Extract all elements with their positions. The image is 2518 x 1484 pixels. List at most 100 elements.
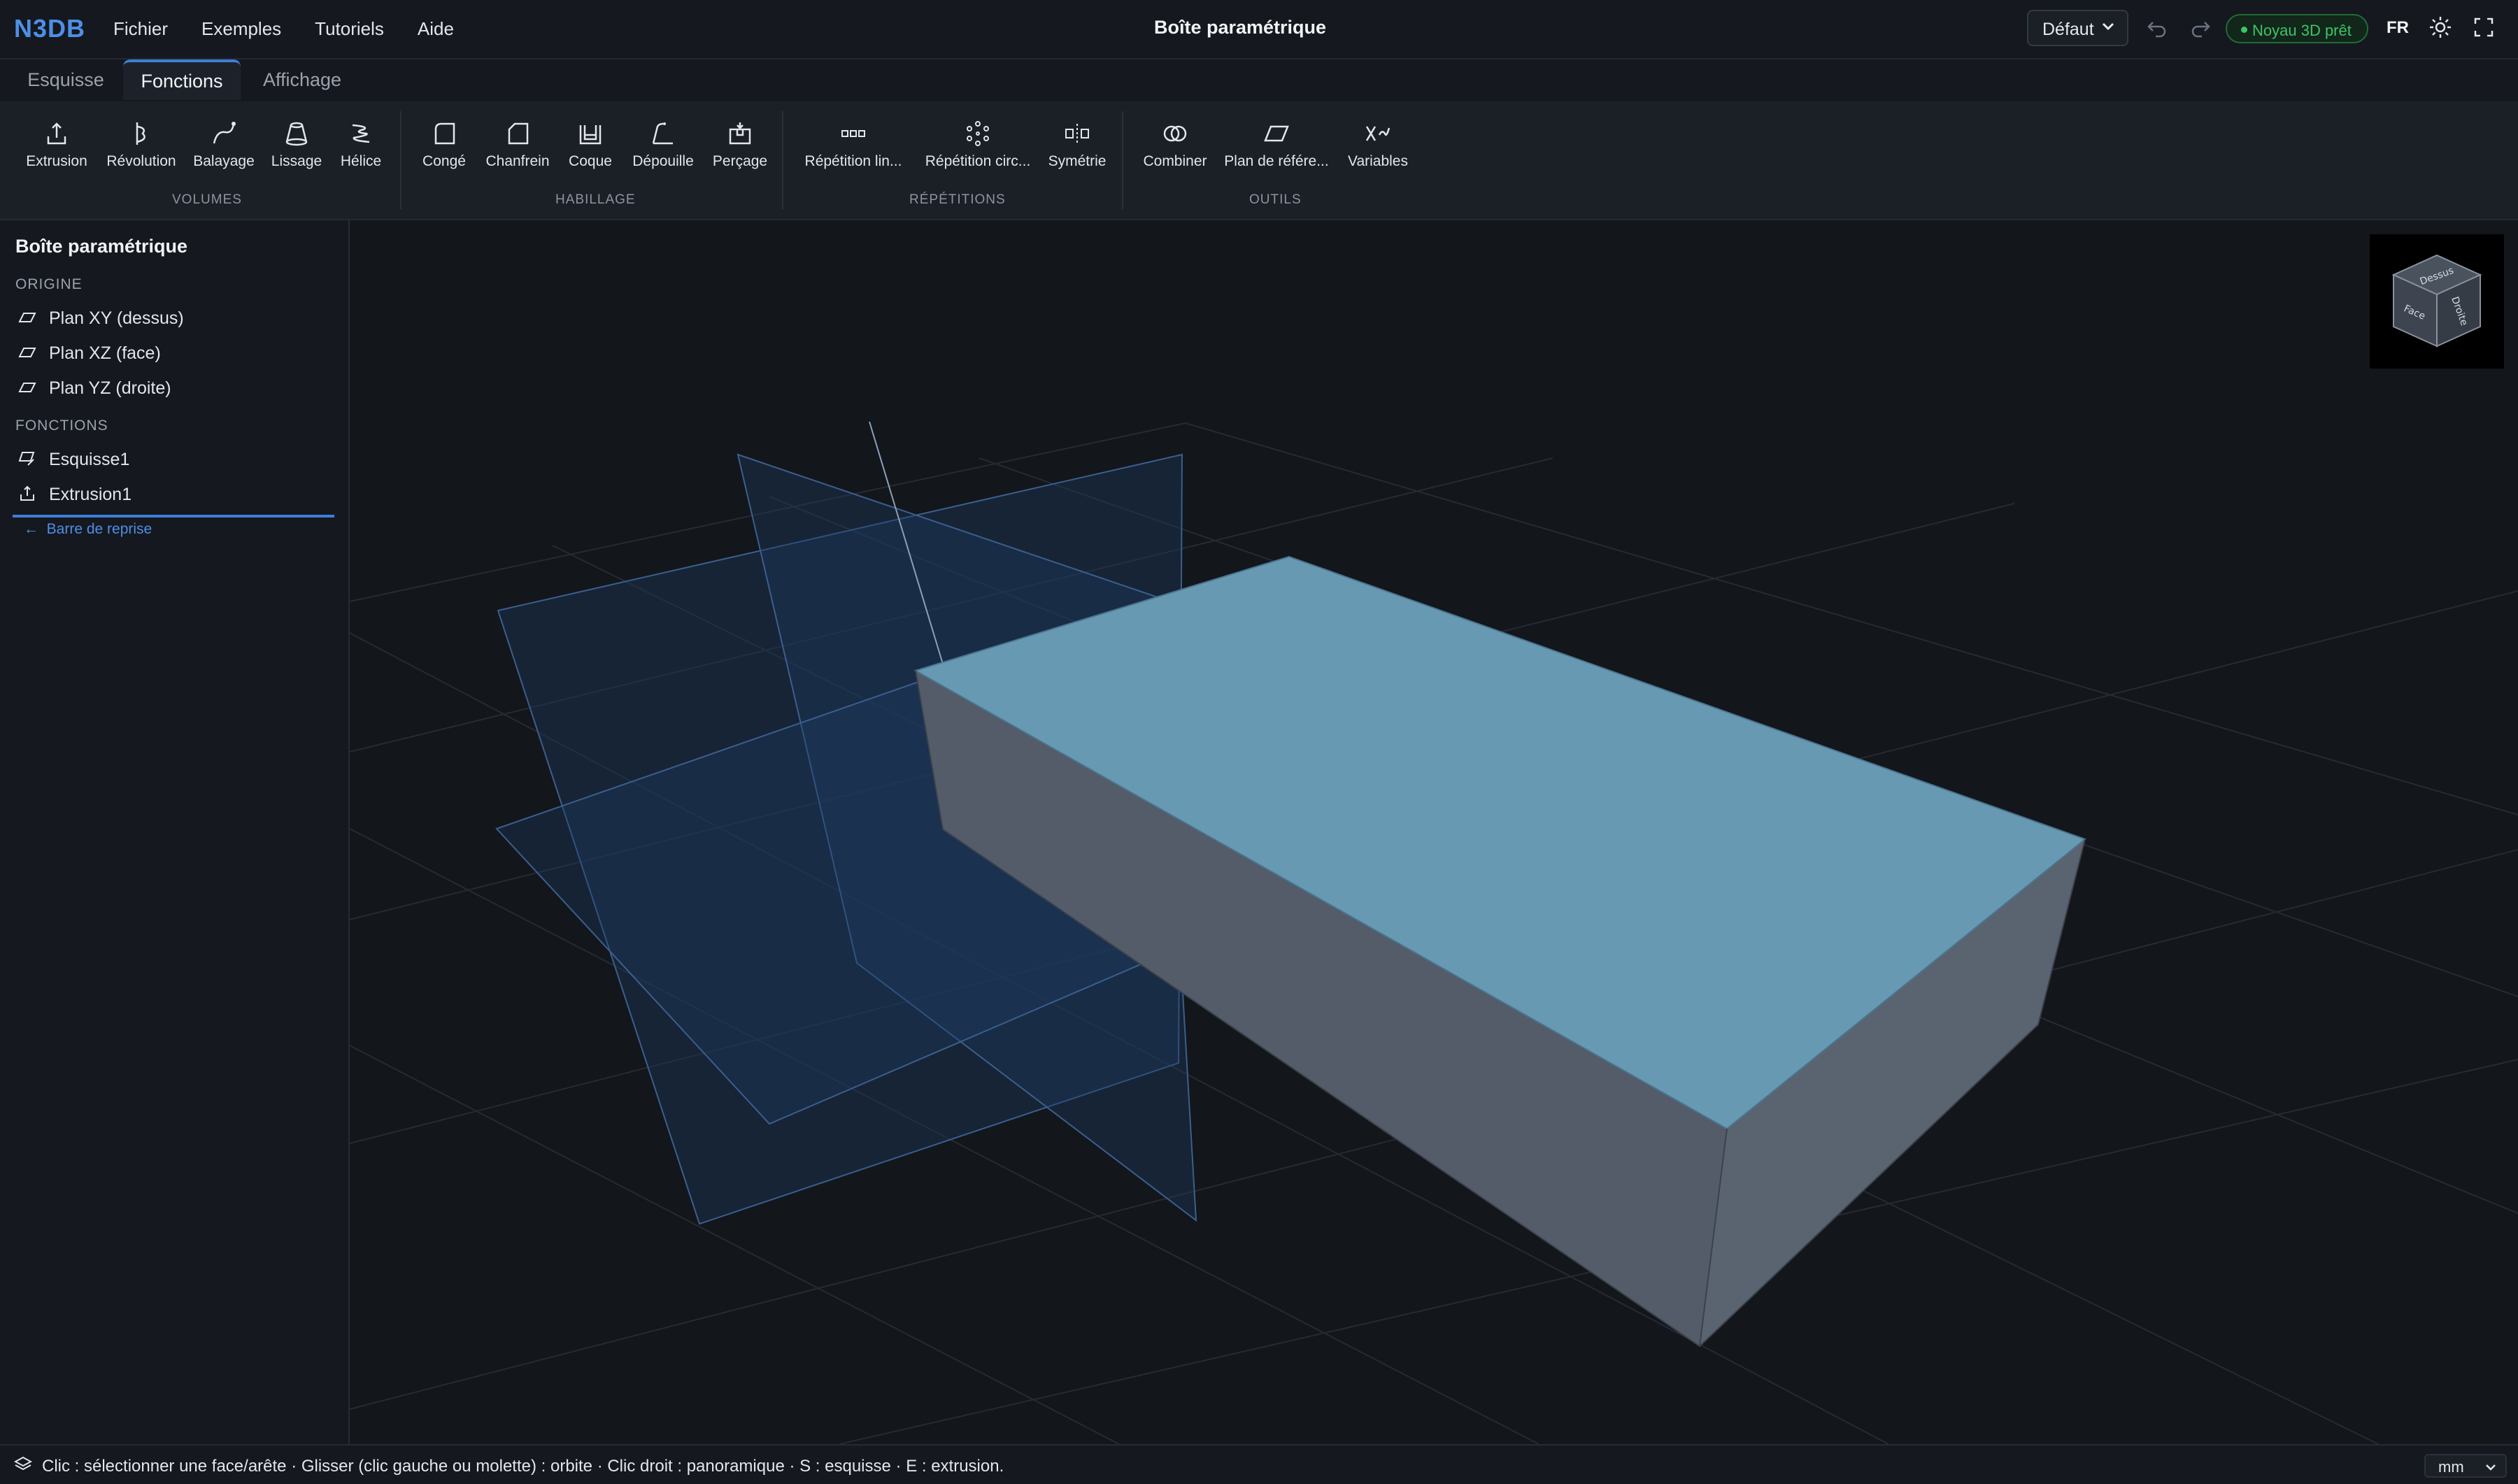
- plan-reference-button[interactable]: Plan de référe...: [1220, 120, 1333, 170]
- conge-button[interactable]: Congé: [411, 120, 477, 170]
- mirror-icon: [1065, 124, 1089, 143]
- symetrie-button[interactable]: Symétrie: [1044, 120, 1111, 170]
- chevron-down-icon: [2484, 1460, 2497, 1478]
- plane-icon: [1264, 125, 1289, 142]
- tree-item-plan-xy[interactable]: Plan XY (dessus): [15, 303, 334, 334]
- tree-item-label: Plan YZ (droite): [49, 378, 171, 398]
- sketch-icon: [18, 452, 35, 466]
- sweep-icon: [213, 122, 236, 144]
- tab-esquisse[interactable]: Esquisse: [10, 59, 122, 100]
- percage-label: Perçage: [712, 153, 768, 169]
- layers-icon: [13, 1455, 33, 1477]
- kernel-status-text: Noyau 3D prêt: [2252, 22, 2352, 39]
- depouille-button[interactable]: Dépouille: [627, 120, 699, 170]
- repetition-circulaire-label: Répétition circ...: [925, 153, 1031, 169]
- combiner-label: Combiner: [1143, 153, 1207, 169]
- group-outils-label: OUTILS: [1249, 192, 1302, 207]
- undo-icon[interactable]: [2146, 17, 2168, 45]
- ribbon-separator: [782, 111, 783, 209]
- app-logo: N3DB: [14, 14, 86, 43]
- rollback-text: Barre de reprise: [46, 521, 152, 537]
- menu-examples[interactable]: Exemples: [201, 18, 281, 40]
- preset-value: Défaut: [2042, 20, 2094, 39]
- extrusion-button[interactable]: Extrusion: [18, 120, 95, 170]
- chanfrein-button[interactable]: Chanfrein: [480, 120, 555, 170]
- unit-value: mm: [2438, 1458, 2464, 1476]
- balayage-button[interactable]: Balayage: [189, 120, 259, 170]
- scene-canvas[interactable]: [350, 220, 2518, 1444]
- rollback-label[interactable]: ← Barre de reprise: [24, 521, 152, 538]
- chamfer-icon: [508, 122, 529, 145]
- tree-item-plan-yz[interactable]: Plan YZ (droite): [15, 373, 334, 404]
- feature-tree-panel: Boîte paramétrique ORIGINE Plan XY (dess…: [0, 220, 350, 1444]
- variables-button[interactable]: Variables: [1342, 120, 1414, 170]
- repetition-lineaire-button[interactable]: Répétition lin...: [797, 120, 909, 170]
- plane-icon: [18, 348, 36, 357]
- repetition-circulaire-button[interactable]: Répétition circ...: [922, 120, 1034, 170]
- loft-icon: [285, 122, 308, 146]
- arrow-left-icon: ←: [24, 521, 47, 537]
- menu-file[interactable]: Fichier: [113, 18, 168, 40]
- balayage-label: Balayage: [193, 153, 255, 169]
- tree-item-extrusion1[interactable]: Extrusion1: [15, 479, 334, 510]
- tab-affichage[interactable]: Affichage: [245, 59, 360, 100]
- ribbon-separator: [400, 111, 401, 209]
- plane-icon: [18, 313, 36, 322]
- top-bar: N3DB Fichier Exemples Tutoriels Aide Boî…: [0, 0, 2518, 59]
- tree-item-label: Extrusion1: [49, 485, 132, 504]
- status-bar: Clic : sélectionner une face/arête · Gli…: [0, 1444, 2518, 1484]
- tree-item-label: Plan XZ (face): [49, 343, 161, 363]
- linear-pattern-icon: [841, 130, 865, 137]
- menu-tutorials[interactable]: Tutoriels: [315, 18, 384, 40]
- fullscreen-icon[interactable]: [2473, 17, 2494, 43]
- revolution-button[interactable]: Révolution: [101, 120, 182, 170]
- repetition-lineaire-label: Répétition lin...: [804, 153, 902, 169]
- tree-item-label: Esquisse1: [49, 450, 130, 469]
- status-hint: Clic : sélectionner une face/arête · Gli…: [42, 1457, 1004, 1476]
- variables-label: Variables: [1348, 153, 1408, 169]
- draft-icon: [652, 122, 673, 145]
- extrusion-icon: [47, 122, 66, 145]
- tree-title: Boîte paramétrique: [15, 236, 188, 257]
- unit-select[interactable]: mm: [2424, 1454, 2507, 1478]
- redo-icon[interactable]: [2189, 17, 2212, 45]
- coque-button[interactable]: Coque: [560, 120, 621, 170]
- menu-help[interactable]: Aide: [418, 18, 454, 40]
- sun-icon[interactable]: [2428, 15, 2452, 45]
- revolution-label: Révolution: [106, 153, 176, 169]
- tab-fonctions[interactable]: Fonctions: [123, 59, 241, 100]
- lissage-label: Lissage: [271, 153, 322, 169]
- lissage-button[interactable]: Lissage: [264, 120, 329, 170]
- rollback-bar[interactable]: [13, 515, 334, 518]
- hole-icon: [729, 122, 751, 145]
- variables-icon: [1365, 126, 1390, 141]
- shell-icon: [579, 125, 602, 145]
- preset-select[interactable]: Défaut: [2027, 10, 2128, 46]
- group-habillage-label: HABILLAGE: [555, 192, 636, 207]
- revolution-icon: [136, 122, 145, 145]
- combiner-button[interactable]: Combiner: [1134, 120, 1216, 170]
- circular-pattern-icon: [967, 121, 989, 146]
- language-toggle[interactable]: FR: [2387, 18, 2409, 38]
- chevron-down-icon: [2100, 18, 2116, 38]
- tree-item-label: Plan XY (dessus): [49, 308, 184, 328]
- group-repetitions-label: RÉPÉTITIONS: [909, 192, 1006, 207]
- status-dot-icon: [2241, 27, 2247, 33]
- extrusion-label: Extrusion: [26, 153, 87, 169]
- plane-icon: [18, 383, 36, 392]
- tree-item-esquisse1[interactable]: Esquisse1: [15, 444, 334, 475]
- percage-button[interactable]: Perçage: [705, 120, 775, 170]
- coque-label: Coque: [569, 153, 612, 169]
- combine-icon: [1163, 125, 1187, 142]
- helice-button[interactable]: Hélice: [333, 120, 389, 170]
- plan-reference-label: Plan de référe...: [1224, 153, 1329, 169]
- helice-label: Hélice: [340, 153, 382, 169]
- fillet-icon: [434, 122, 455, 145]
- chanfrein-label: Chanfrein: [485, 153, 550, 169]
- origin-section-label: ORIGINE: [15, 276, 83, 292]
- 3d-viewport[interactable]: [350, 220, 2518, 1444]
- ribbon-separator: [1122, 111, 1123, 209]
- kernel-status-badge: Noyau 3D prêt: [2226, 14, 2368, 43]
- view-cube[interactable]: Dessus Face Droite: [2370, 234, 2504, 369]
- tree-item-plan-xz[interactable]: Plan XZ (face): [15, 338, 334, 369]
